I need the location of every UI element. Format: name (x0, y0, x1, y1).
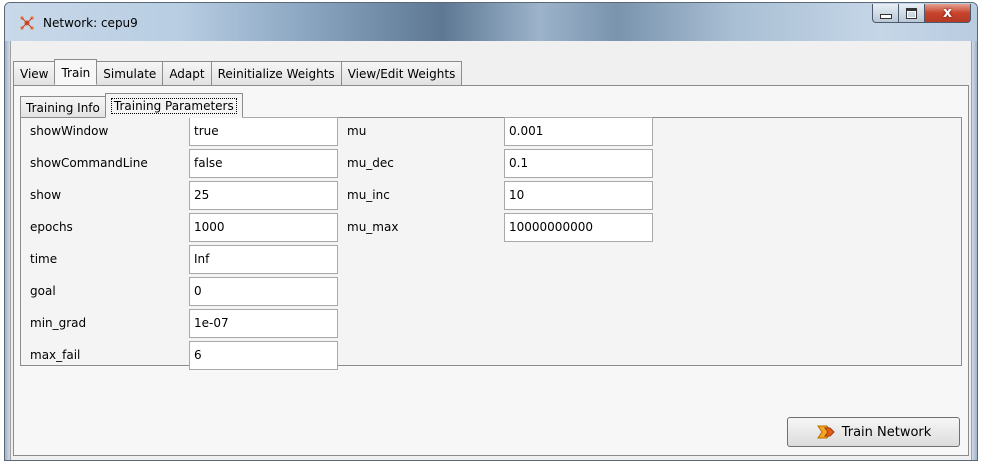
tab-simulate[interactable]: Simulate (96, 61, 164, 85)
train-subtab-bar: Training Info Training Parameters (20, 93, 243, 118)
maximize-icon (899, 4, 924, 22)
tab-view[interactable]: View (13, 61, 56, 85)
network-window: Network: cepu9 x View Train Simulate Ada… (4, 2, 978, 461)
param-value-field[interactable]: 1000 (189, 213, 338, 242)
subtab-training-parameters[interactable]: Training Parameters (104, 93, 243, 118)
param-label: min_grad (30, 316, 87, 330)
train-network-button[interactable]: Train Network (787, 417, 960, 447)
subtab-training-info-label: Training Info (26, 101, 100, 115)
maximize-button[interactable] (899, 4, 925, 23)
window-title: Network: cepu9 (43, 16, 138, 30)
subtab-training-parameters-label: Training Parameters (110, 98, 237, 114)
param-value-field[interactable]: 1e-07 (189, 309, 338, 338)
tab-adapt[interactable]: Adapt (162, 61, 212, 85)
param-value-field[interactable]: 10 (504, 181, 653, 210)
param-label: mu_dec (347, 156, 394, 170)
param-value-field[interactable]: 0.1 (504, 149, 653, 178)
param-label: showWindow (30, 124, 109, 138)
minimize-button[interactable] (872, 4, 899, 23)
param-label: max_fail (30, 348, 81, 362)
main-tab-bar: View Train Simulate Adapt Reinitialize W… (13, 59, 463, 86)
param-label: mu_inc (347, 188, 390, 202)
tab-view-edit-weights[interactable]: View/Edit Weights (340, 61, 463, 85)
tab-train[interactable]: Train (54, 59, 98, 85)
train-icon (816, 425, 835, 439)
param-label: goal (30, 284, 56, 298)
tab-reinitialize-weights[interactable]: Reinitialize Weights (210, 61, 342, 85)
close-button[interactable]: x (925, 4, 971, 23)
close-icon: x (942, 5, 953, 21)
param-value-field[interactable]: Inf (189, 245, 338, 274)
param-value-field[interactable]: 6 (189, 341, 338, 370)
subtab-training-info[interactable]: Training Info (20, 96, 106, 118)
param-value-field[interactable]: 0.001 (504, 117, 653, 146)
window-frame-right (972, 41, 977, 460)
param-label: mu_max (347, 220, 399, 234)
minimize-icon (873, 4, 898, 22)
network-app-icon (20, 16, 34, 30)
param-value-field[interactable]: 25 (189, 181, 338, 210)
window-controls: x (872, 4, 971, 26)
param-label: time (30, 252, 58, 266)
param-label: epochs (30, 220, 73, 234)
train-panel: Training Info Training Parameters showWi… (13, 85, 969, 456)
param-value-field[interactable]: 10000000000 (504, 213, 653, 242)
param-value-field[interactable]: true (189, 117, 338, 146)
param-label: mu (347, 124, 367, 138)
param-value-field[interactable]: false (189, 149, 338, 178)
param-label: showCommandLine (30, 156, 148, 170)
window-content: View Train Simulate Adapt Reinitialize W… (10, 41, 972, 460)
param-value-field[interactable]: 0 (189, 277, 338, 306)
param-label: show (30, 188, 62, 202)
title-bar[interactable]: Network: cepu9 x (5, 3, 977, 41)
train-network-label: Train Network (841, 424, 932, 440)
training-parameters-panel: showWindow true showCommandLine false sh… (20, 117, 962, 370)
